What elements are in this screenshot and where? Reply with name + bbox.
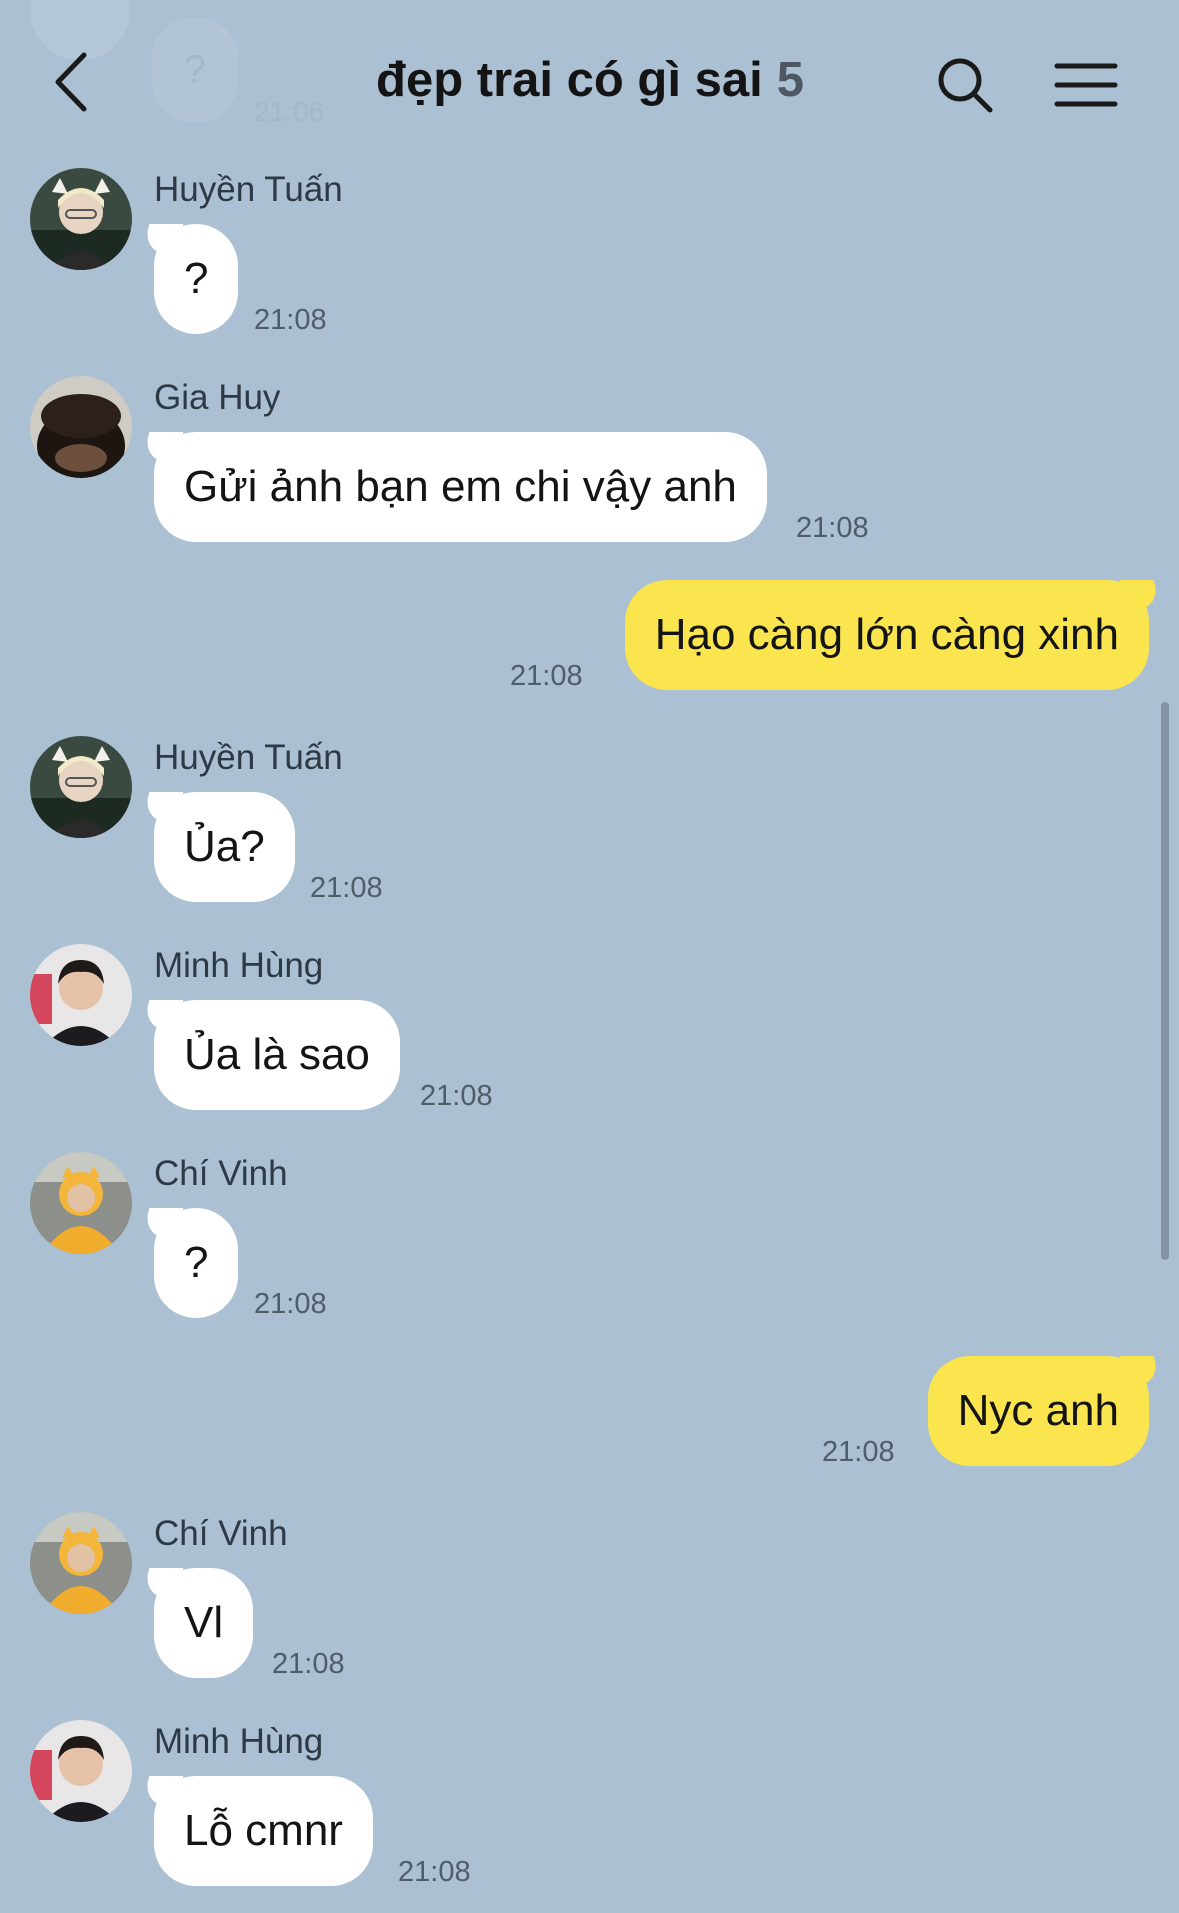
sender-name: Huyền Tuấn <box>154 170 343 209</box>
message-time: 21:08 <box>272 1648 345 1680</box>
message-time: 21:08 <box>398 1856 471 1888</box>
sender-name: Minh Hùng <box>154 946 324 985</box>
back-button[interactable] <box>40 44 100 120</box>
chevron-left-icon <box>55 52 87 112</box>
hamburger-menu-icon <box>1054 63 1118 107</box>
avatar-minh-hung[interactable] <box>30 944 132 1046</box>
sender-name: Huyền Tuấn <box>154 738 343 777</box>
sender-name: Gia Huy <box>154 378 281 417</box>
message-bubble[interactable]: Vl <box>154 1568 254 1678</box>
message-time: 21:08 <box>822 1436 895 1468</box>
my-message-bubble[interactable]: Nyc anh <box>927 1356 1149 1466</box>
message-bubble[interactable]: ? <box>154 1208 239 1318</box>
message-time: 21:08 <box>420 1080 493 1112</box>
sender-name: Minh Hùng <box>154 1722 324 1761</box>
message-time: 21:08 <box>796 512 869 544</box>
message-time: 21:08 <box>254 1288 327 1320</box>
message-bubble[interactable]: ? <box>154 224 239 334</box>
sender-name: Chí Vinh <box>154 1154 288 1193</box>
message-bubble[interactable]: Ủa là sao <box>154 1000 400 1110</box>
search-button[interactable] <box>930 50 1000 120</box>
scrollbar[interactable] <box>1161 702 1169 1260</box>
message-bubble[interactable]: Ủa? <box>154 792 295 902</box>
avatar-chi-vinh[interactable] <box>30 1152 132 1254</box>
chat-header: ? 21:06 đẹp trai có gì sai 5 <box>0 0 1179 160</box>
sender-name: Chí Vinh <box>154 1514 288 1553</box>
avatar-chi-vinh[interactable] <box>30 1512 132 1614</box>
avatar-gia-huy[interactable] <box>30 376 132 478</box>
message-time: 21:08 <box>310 872 383 904</box>
faded-message-bubble: ? <box>152 18 238 122</box>
message-time: 21:08 <box>510 660 583 692</box>
avatar-minh-hung[interactable] <box>30 1720 132 1822</box>
group-name: đẹp trai có gì sai <box>376 53 763 107</box>
avatar-huyen-tuan[interactable] <box>30 736 132 838</box>
my-message-bubble[interactable]: Hạo càng lớn càng xinh <box>624 580 1149 690</box>
member-count: 5 <box>776 53 804 107</box>
message-bubble[interactable]: Lỗ cmnr <box>154 1776 373 1886</box>
menu-button[interactable] <box>1050 50 1122 120</box>
message-bubble[interactable]: Gửi ảnh bạn em chi vậy anh <box>154 432 767 542</box>
search-icon <box>938 58 993 113</box>
avatar-huyen-tuan[interactable] <box>30 168 132 270</box>
chat-title: đẹp trai có gì sai 5 <box>300 52 880 108</box>
message-time: 21:08 <box>254 304 327 336</box>
